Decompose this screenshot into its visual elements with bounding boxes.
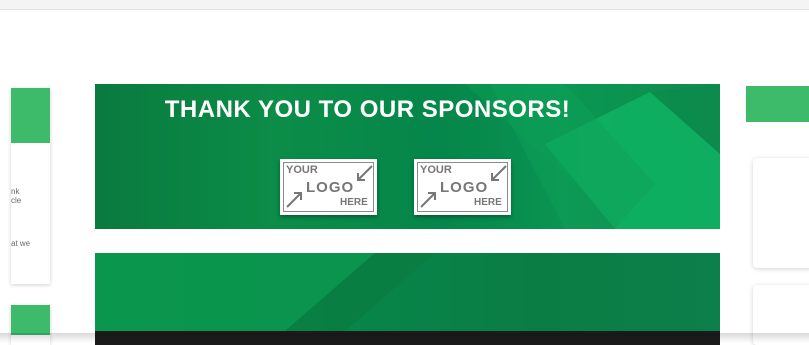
sponsor-logo-placeholder[interactable]: YOUR LOGO HERE [280, 159, 377, 215]
right-partial-card[interactable] [753, 158, 809, 268]
logo-logo-text: LOGO [440, 179, 489, 196]
logo-here-text: HERE [340, 197, 368, 208]
left-partial-card[interactable]: nk cle at we [11, 88, 50, 284]
sponsors-banner: THANK YOU TO OUR SPONSORS! YOUR LOGO HER… [95, 84, 720, 229]
card-text-line: nk [11, 187, 20, 196]
logo-your-text: YOUR [286, 164, 318, 176]
right-card-header-bar [746, 86, 809, 122]
card-header-bar [11, 305, 50, 335]
card-text-line: cle [11, 196, 22, 205]
logo-logo-text: LOGO [306, 179, 355, 196]
bottom-shadow [0, 333, 809, 343]
top-nav-bar [0, 0, 809, 10]
logo-your-text: YOUR [420, 164, 452, 176]
card-header-bar [11, 88, 50, 143]
sponsor-logo-placeholder[interactable]: YOUR LOGO HERE [414, 159, 511, 215]
logo-here-text: HERE [474, 197, 502, 208]
card-text-line: at we [11, 239, 31, 248]
secondary-banner [95, 253, 720, 345]
banner-title: THANK YOU TO OUR SPONSORS! [164, 96, 571, 123]
